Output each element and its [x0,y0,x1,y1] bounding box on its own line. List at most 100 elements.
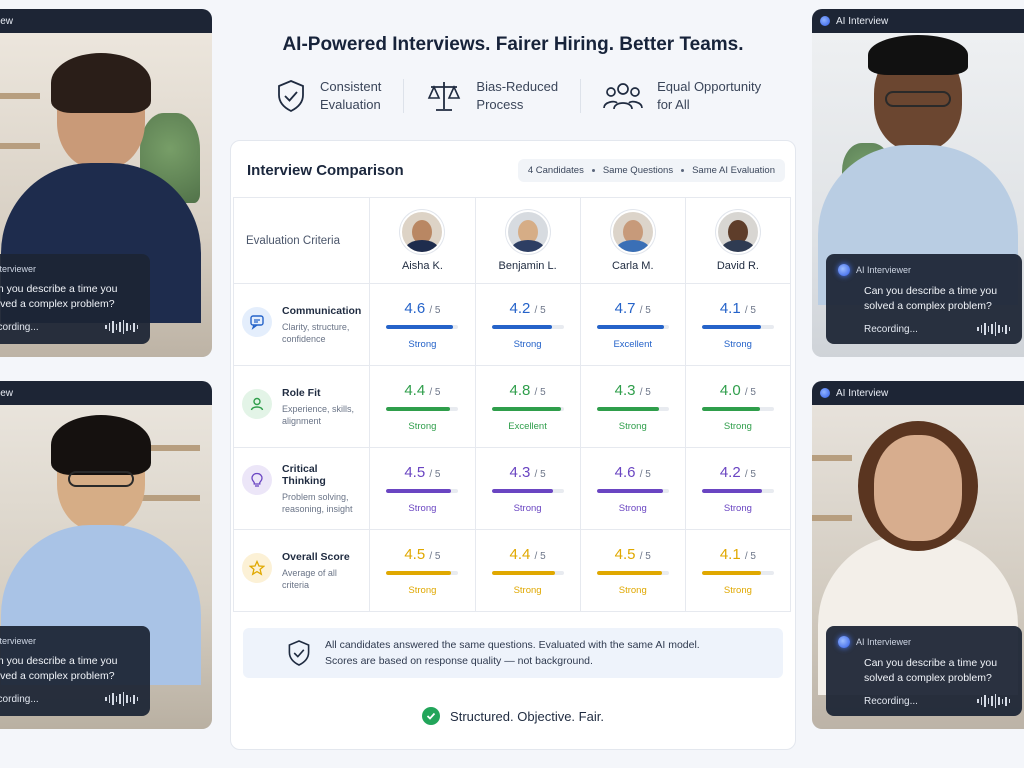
score-value: 4.5 / 5 [370,464,474,481]
score-level: Strong [723,338,752,350]
score-bar-fill [386,406,450,411]
user-icon [242,388,272,419]
table-header-row: Evaluation Criteria Aisha K. Benjamin L.… [232,197,792,284]
score-cell[interactable]: 4.6 / 5 Strong [369,283,476,366]
score-value: 4.6 / 5 [581,464,685,481]
score-cell[interactable]: 4.1 / 5 Strong [684,529,792,612]
panel-header: Interview Comparison 4 Candidates Same Q… [247,155,785,185]
score-cell[interactable]: 4.2 / 5 Strong [684,447,792,530]
feature-bias-reduced: Bias-Reduced Process [426,78,558,114]
score-number: 4.6 [614,463,636,481]
score-cell[interactable]: 4.1 / 5 Strong [684,283,792,366]
ai-orb-icon [838,264,850,276]
check-circle-icon [422,707,441,725]
score-bar [386,324,459,329]
score-cell[interactable]: 4.5 / 5 Strong [369,529,476,612]
candidate-header-david[interactable]: David R. [684,197,792,284]
score-max: / 5 [639,550,651,562]
page-headline: AI-Powered Interviews. Fairer Hiring. Be… [282,34,744,55]
score-value: 4.7 / 5 [581,300,685,317]
score-cell[interactable]: 4.7 / 5 Excellent [579,283,686,366]
score-cell[interactable]: 4.8 / 5 Excellent [474,365,581,448]
question-line-1: an you describe a time you [0,655,118,667]
shield-check-icon [278,80,304,113]
score-cell[interactable]: 4.3 / 5 Strong [579,365,686,448]
score-number: 4.7 [614,299,636,317]
criteria-title: Critical Thinking [282,462,326,487]
score-max: / 5 [534,550,546,562]
score-level: Strong [513,584,542,596]
score-cell[interactable]: 4.6 / 5 Strong [579,447,686,530]
question-line-2: solved a complex problem? [864,672,992,684]
question-line-1: an you describe a time you [0,283,118,295]
tile-header: iew [0,381,212,405]
waveform-icon [105,692,138,706]
criteria-title: Communication [282,304,362,317]
waveform-icon [105,320,138,334]
note-line-2: Scores are based on response quality — n… [325,655,593,667]
table-row: Role Fit Experience, skills, alignment 4… [232,365,792,448]
feature-line-2: Process [476,97,524,112]
panel-title: Interview Comparison [247,161,404,179]
score-cell[interactable]: 4.0 / 5 Strong [684,365,792,448]
score-cell[interactable]: 4.4 / 5 Strong [474,529,581,612]
criteria-desc: criteria [282,579,310,590]
criteria-cell: Overall Score Average of all criteria [232,529,371,612]
video-tile-right-top[interactable]: AI Interview AI Interviewer Can you desc… [812,9,1024,357]
score-bar-fill [386,570,452,575]
score-value: 4.5 / 5 [581,546,685,563]
tile-header: AI Interview [812,381,1024,405]
criteria-title: Role Fit [282,386,321,399]
feature-equal-opportunity: Equal Opportunity for All [603,78,761,114]
candidate-header-benjamin[interactable]: Benjamin L. [474,197,581,284]
score-cell[interactable]: 4.5 / 5 Strong [369,447,476,530]
recording-label: Recording... [864,323,918,335]
score-cell[interactable]: 4.4 / 5 Strong [369,365,476,448]
score-value: 4.3 / 5 [581,382,685,399]
candidate-header-carla[interactable]: Carla M. [579,197,686,284]
score-bar-fill [596,488,663,493]
video-tile-left-bottom[interactable]: iew Interviewer an you describe a time y… [0,381,212,729]
chip-questions: Same Questions [602,164,674,176]
feature-line-2: Evaluation [320,97,381,112]
waveform-icon [977,694,1010,708]
score-value: 4.2 / 5 [686,464,790,481]
score-number: 4.6 [404,299,426,317]
score-level: Strong [408,338,437,350]
waveform-icon [977,322,1010,336]
score-value: 4.2 / 5 [476,300,580,317]
candidate-header-aisha[interactable]: Aisha K. [369,197,476,284]
tile-title: AI Interview [836,15,889,27]
video-tile-left-top[interactable]: iew Interviewer an you describe a time y… [0,9,212,357]
score-value: 4.4 / 5 [476,546,580,563]
score-cell[interactable]: 4.3 / 5 Strong [474,447,581,530]
criteria-cell: Critical Thinking Problem solving, reaso… [232,447,371,530]
score-cell[interactable]: 4.2 / 5 Strong [474,283,581,366]
candidate-name: David R. [716,259,759,272]
question-line-2: solved a complex problem? [864,300,992,312]
criteria-cell: Communication Clarity, structure, confid… [232,283,371,366]
score-max: / 5 [744,550,756,562]
lightbulb-icon [242,464,272,495]
score-bar [596,324,669,329]
score-level: Strong [408,502,437,514]
score-value: 4.4 / 5 [370,382,474,399]
score-max: / 5 [534,304,546,316]
score-bar [701,488,774,493]
score-number: 4.5 [404,463,426,481]
recording-label: ecording... [0,321,39,333]
interviewer-bubble: Interviewer an you describe a time you o… [0,626,150,716]
score-number: 4.2 [719,463,741,481]
score-bar-fill [491,570,555,575]
score-max: / 5 [744,468,756,480]
feature-list: Consistent Evaluation Bias-Reduced Process… [276,78,790,114]
ai-orb-icon [820,16,830,26]
comparison-panel: Interview Comparison 4 Candidates Same Q… [230,140,796,750]
video-tile-right-bottom[interactable]: AI Interview AI Interviewer Can you desc… [812,381,1024,729]
tile-title: iew [0,387,14,399]
score-value: 4.3 / 5 [476,464,580,481]
tile-title: AI Interview [836,387,889,399]
chip-evaluation: Same AI Evaluation [692,164,775,176]
score-cell[interactable]: 4.5 / 5 Strong [579,529,686,612]
criteria-desc: Clarity, structure, [282,321,350,332]
